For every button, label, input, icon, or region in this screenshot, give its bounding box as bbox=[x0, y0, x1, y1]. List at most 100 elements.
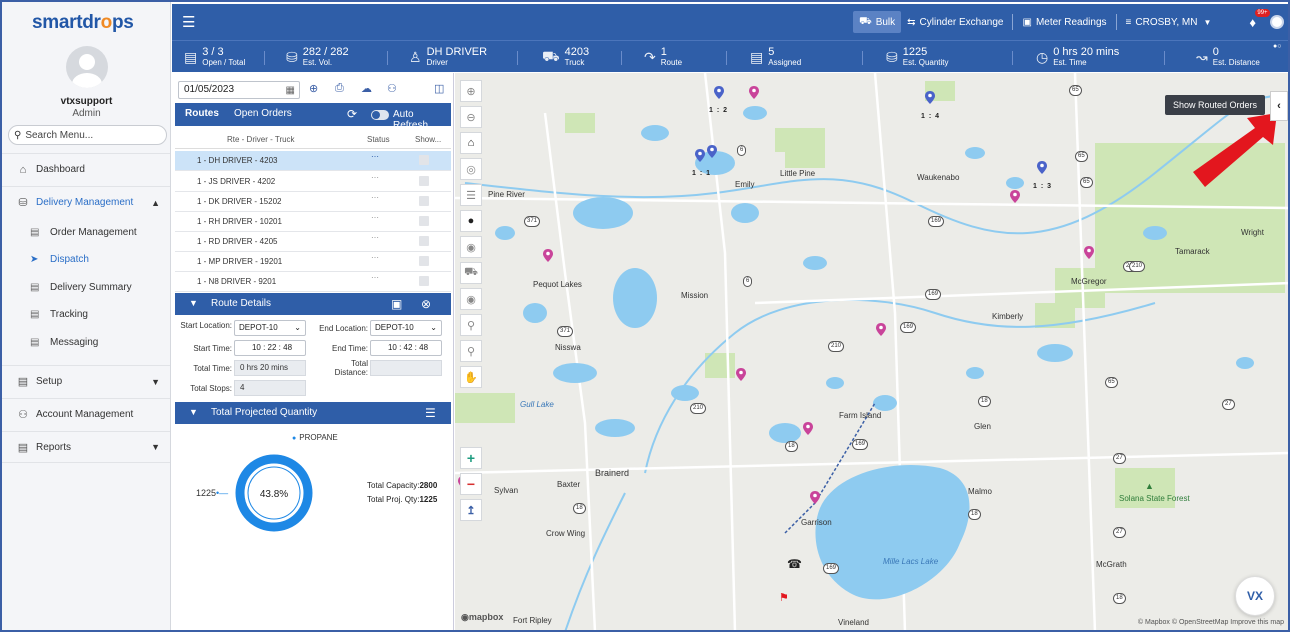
sidebar-item-account-management[interactable]: ⚇ Account Management bbox=[2, 398, 170, 430]
driver-icon[interactable]: ● bbox=[460, 210, 482, 232]
bulk-button[interactable]: ⛟ Bulk bbox=[853, 11, 902, 33]
upload-icon[interactable]: ☁ bbox=[361, 82, 372, 95]
sidebar-item-setup[interactable]: ▤ Setup ▼ bbox=[2, 365, 170, 397]
order-pin-icon[interactable] bbox=[736, 368, 746, 381]
date-picker[interactable]: 01/05/2023 ▦ bbox=[178, 81, 300, 99]
columns-icon[interactable]: ◫ bbox=[434, 82, 444, 95]
order-pin-icon[interactable] bbox=[1084, 246, 1094, 259]
show-checkbox[interactable] bbox=[419, 196, 429, 206]
route-pin-icon[interactable] bbox=[1037, 161, 1047, 174]
route-pin-icon[interactable] bbox=[925, 91, 935, 104]
sidebar-item-order-management[interactable]: ▤ Order Management bbox=[2, 220, 170, 244]
more-dots-icon[interactable]: ●○ bbox=[1273, 43, 1281, 50]
order-pin-icon[interactable] bbox=[803, 422, 813, 435]
route-row[interactable]: 1 - DH DRIVER - 4203 ⋯ bbox=[175, 151, 451, 171]
map-label: Kimberly bbox=[992, 312, 1024, 321]
add-icon[interactable]: ⊕ bbox=[309, 82, 318, 95]
save-icon[interactable]: ▣ bbox=[391, 297, 402, 311]
show-checkbox[interactable] bbox=[419, 176, 429, 186]
notification-bell-icon[interactable]: ♦ 99+ bbox=[1249, 8, 1270, 30]
sidebar-item-reports[interactable]: ▤ Reports ▼ bbox=[2, 431, 170, 463]
route-pin-icon[interactable] bbox=[714, 86, 724, 99]
route-row[interactable]: 1 - RD DRIVER - 4205 ⋯ bbox=[175, 232, 451, 252]
list-icon: ▤ bbox=[184, 48, 198, 65]
order-pin-icon[interactable] bbox=[810, 491, 820, 504]
show-checkbox[interactable] bbox=[419, 276, 429, 286]
sidebar-item-delivery-management[interactable]: ⛁ Delivery Management ▲ bbox=[2, 186, 170, 218]
order-pin-icon[interactable] bbox=[1010, 190, 1020, 203]
calendar-icon[interactable]: ▦ bbox=[286, 83, 295, 99]
refresh-icon[interactable]: ⟳ bbox=[347, 107, 357, 121]
map-canvas[interactable]: Pine River Emily Little Pine Waukenabo T… bbox=[455, 73, 1288, 630]
route-row[interactable]: 1 - N8 DRIVER - 9201 ⋯ bbox=[175, 272, 451, 292]
start-location-select[interactable]: DEPOT-10 ⌄ bbox=[234, 320, 306, 336]
route-row[interactable]: 1 - MP DRIVER - 19201 ⋯ bbox=[175, 252, 451, 272]
tab-open-orders[interactable]: Open Orders bbox=[234, 108, 292, 119]
print-icon[interactable]: ⎙ bbox=[335, 82, 344, 95]
search-menu[interactable]: ⚲ bbox=[8, 125, 167, 145]
zoom-out-tool-icon[interactable]: ⊖ bbox=[460, 106, 482, 128]
users-icon[interactable]: ⚇ bbox=[387, 82, 397, 95]
meter-readings-button[interactable]: ▣ Meter Readings bbox=[1016, 11, 1112, 33]
show-checkbox[interactable] bbox=[419, 256, 429, 266]
map-label: Wright bbox=[1241, 228, 1264, 237]
pan-hand-icon[interactable]: ✋ bbox=[460, 366, 482, 388]
layers-icon[interactable]: ☰ bbox=[460, 184, 482, 206]
show-checkbox[interactable] bbox=[419, 236, 429, 246]
vx-assistant-button[interactable]: VX bbox=[1235, 576, 1275, 616]
hamburger-icon[interactable]: ☰ bbox=[182, 13, 195, 31]
show-checkbox[interactable] bbox=[419, 155, 429, 165]
home-icon[interactable]: ⌂ bbox=[460, 132, 482, 154]
location-select[interactable]: ≡ CROSBY, MN ▼ bbox=[1120, 11, 1218, 33]
route-details-header[interactable]: ▼ Route Details ▣ ⊗ bbox=[175, 293, 451, 315]
route-row[interactable]: 1 - DK DRIVER - 15202 ⋯ bbox=[175, 192, 451, 212]
projected-quantity-header[interactable]: ▼ Total Projected Quantity ☰ bbox=[175, 402, 451, 424]
phone-icon[interactable]: ☎ bbox=[787, 557, 802, 571]
sidebar-item-dispatch[interactable]: ➤ Dispatch bbox=[2, 247, 170, 271]
reset-bearing-icon[interactable]: ↥ bbox=[460, 499, 482, 521]
remove-pin-icon[interactable]: ⚲ bbox=[460, 340, 482, 362]
end-time-input[interactable]: 10 : 42 : 48 bbox=[370, 340, 442, 356]
routes-tab-bar: Routes Open Orders ⟳ Auto Refresh bbox=[175, 103, 451, 131]
sidebar-item-dashboard[interactable]: ⌂ Dashboard bbox=[2, 153, 170, 185]
avatar[interactable] bbox=[66, 46, 108, 88]
target-icon[interactable]: ◉ bbox=[460, 236, 482, 258]
end-location-select[interactable]: DEPOT-10 ⌄ bbox=[370, 320, 442, 336]
zoom-out-button[interactable]: − bbox=[460, 473, 482, 495]
tab-routes[interactable]: Routes bbox=[185, 108, 219, 119]
globe-icon[interactable]: ◉ bbox=[460, 288, 482, 310]
cylinder-exchange-button[interactable]: ⇆ Cylinder Exchange bbox=[901, 11, 1009, 33]
route-row[interactable]: 1 - JS DRIVER - 4202 ⋯ bbox=[175, 172, 451, 192]
sidebar-item-delivery-summary[interactable]: ▤ Delivery Summary bbox=[2, 275, 170, 299]
show-checkbox[interactable] bbox=[419, 216, 429, 226]
sidebar-item-messaging[interactable]: ▤ Messaging bbox=[2, 330, 170, 354]
start-time-input[interactable]: 10 : 22 : 48 bbox=[234, 340, 306, 356]
locate-icon[interactable]: ◎ bbox=[460, 158, 482, 180]
route-row[interactable]: 1 - RH DRIVER - 10201 ⋯ bbox=[175, 212, 451, 232]
menu-icon[interactable]: ☰ bbox=[425, 406, 436, 420]
order-pin-icon[interactable] bbox=[543, 249, 553, 262]
top-bar: ☰ ⛟ Bulk ⇆ Cylinder Exchange ▣ Meter Readin… bbox=[172, 4, 1288, 40]
mapbox-logo[interactable]: ◉mapbox bbox=[461, 612, 503, 623]
message-icon: ▤ bbox=[30, 336, 40, 348]
add-pin-icon[interactable]: ⚲ bbox=[460, 314, 482, 336]
depot-flag-icon[interactable]: ⚑ bbox=[779, 591, 789, 604]
search-menu-input[interactable] bbox=[25, 129, 156, 141]
sidebar-item-tracking[interactable]: ▤ Tracking bbox=[2, 302, 170, 326]
user-menu-icon[interactable] bbox=[1270, 15, 1284, 29]
show-routed-orders-tooltip: Show Routed Orders bbox=[1165, 95, 1266, 115]
map-label: Little Pine bbox=[780, 169, 816, 178]
truck-icon[interactable]: ⛟ bbox=[460, 262, 482, 284]
map-label: Crow Wing bbox=[546, 529, 586, 538]
order-pin-icon[interactable] bbox=[876, 323, 886, 336]
user-name: vtxsupport bbox=[60, 96, 113, 107]
route-pin-icon[interactable] bbox=[707, 145, 717, 158]
zoom-in-tool-icon[interactable]: ⊕ bbox=[460, 80, 482, 102]
zoom-in-button[interactable]: + bbox=[460, 447, 482, 469]
auto-refresh-toggle[interactable] bbox=[371, 110, 389, 120]
close-icon[interactable]: ⊗ bbox=[421, 297, 431, 311]
route-pin-icon[interactable] bbox=[695, 149, 705, 162]
map-attribution[interactable]: © Mapbox © OpenStreetMap Improve this ma… bbox=[1138, 619, 1284, 626]
order-pin-icon[interactable] bbox=[749, 86, 759, 99]
show-routed-orders-button[interactable]: ‹ bbox=[1270, 91, 1288, 121]
